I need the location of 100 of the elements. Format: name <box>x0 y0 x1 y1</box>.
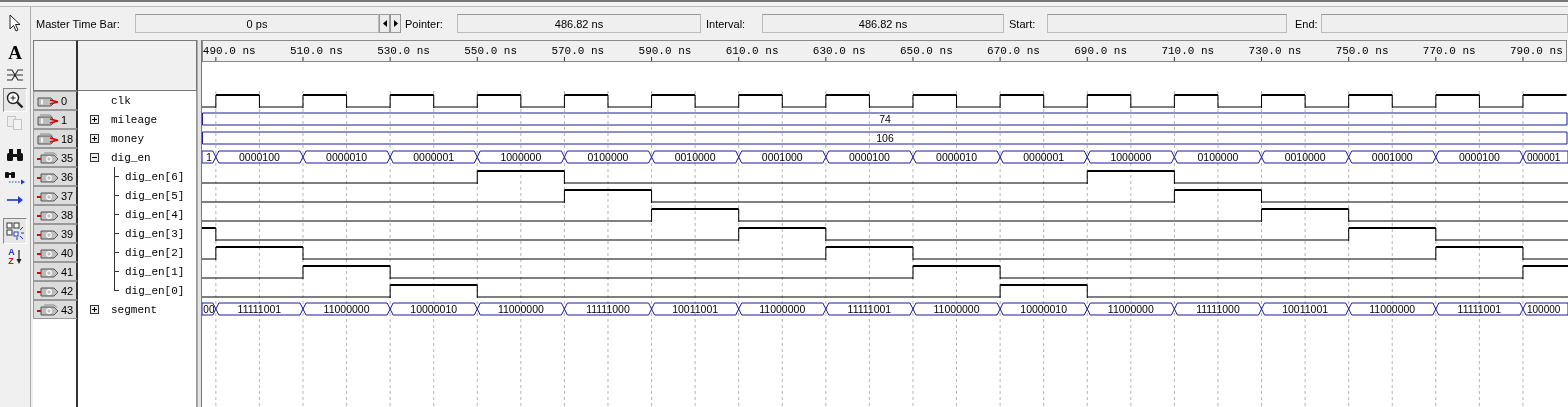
sort-tool[interactable]: A Z <box>3 244 27 270</box>
bus-segment: 0000100 <box>1435 150 1524 164</box>
bus-segment: 11111001 <box>825 302 914 316</box>
waveform-node-icon <box>6 67 24 83</box>
field-label: Master Time Bar: <box>36 17 121 30</box>
node-index: 36 <box>61 170 74 183</box>
node-index: 38 <box>61 208 74 221</box>
node-index: 18 <box>61 132 74 145</box>
signal-name[interactable]: dig_en[0] <box>125 284 185 297</box>
time-label: 770.0 ns <box>1422 45 1476 57</box>
bus-segment: 0010000 <box>1261 150 1350 164</box>
node-index: 41 <box>61 265 74 278</box>
bus-segment: 1000000 <box>476 150 565 164</box>
bus-segment: 000001 <box>1522 150 1568 164</box>
bus-segment: 0000010 <box>912 150 1001 164</box>
bus-segment: 0010000 <box>651 150 740 164</box>
field-label: Pointer: <box>405 17 444 30</box>
bus-segment: 10000010 <box>389 302 478 316</box>
signal-name[interactable]: dig_en[1] <box>125 265 185 278</box>
time-label: 630.0 ns <box>812 45 866 57</box>
signal-name[interactable]: dig_en[6] <box>125 170 185 183</box>
time-label: 510.0 ns <box>290 45 343 57</box>
text-tool[interactable]: A <box>3 42 27 64</box>
bus-segment: 1 <box>202 150 217 164</box>
bus-segment: 10011001 <box>1261 302 1350 316</box>
bus-segment: 11111000 <box>1173 302 1263 316</box>
bus-segment: 10000010 <box>999 302 1088 316</box>
bus-segment: 11000000 <box>1086 302 1175 316</box>
bus-segment: 0001000 <box>1348 150 1437 164</box>
expand-icon[interactable] <box>90 134 99 143</box>
signal-name[interactable]: dig_en[3] <box>125 227 185 240</box>
bus-segment: 100000 <box>1522 302 1568 316</box>
signal-name[interactable]: mileage <box>111 113 158 126</box>
start-field[interactable] <box>1047 14 1287 33</box>
bus-segment: 11000000 <box>476 302 565 316</box>
zoom-tool[interactable] <box>3 88 27 112</box>
bus-segment: 11000000 <box>912 302 1001 316</box>
bus-segment: 11000000 <box>738 302 827 316</box>
time-label: 590.0 ns <box>638 45 692 57</box>
time-label: 710.0 ns <box>1161 45 1215 57</box>
time-label: 690.0 ns <box>1074 45 1128 57</box>
master-time-bar-field[interactable]: 0 ps <box>135 14 379 33</box>
right-arrow-icon <box>6 195 24 205</box>
field-label: Start: <box>1009 17 1037 30</box>
bus-segment: 0001000 <box>738 150 827 164</box>
time-label: 730.0 ns <box>1248 45 1302 57</box>
previous-button[interactable] <box>379 14 390 33</box>
signal-name[interactable]: dig_en[4] <box>125 208 185 221</box>
bus-segment: 0000010 <box>302 150 391 164</box>
right-arrow-icon <box>393 20 398 27</box>
signal-name[interactable]: money <box>111 132 144 145</box>
bus-segment: 106 <box>202 131 1568 145</box>
time-label: 610.0 ns <box>725 45 779 57</box>
node-index: 43 <box>61 303 74 316</box>
bus-segment: 0000001 <box>999 150 1088 164</box>
time-label: 650.0 ns <box>900 45 953 57</box>
interval-field[interactable]: 486.82 ns <box>762 14 1004 33</box>
signal-name[interactable]: segment <box>111 303 158 316</box>
expand-icon[interactable] <box>90 305 99 314</box>
bus-segment: 11111001 <box>1435 302 1524 316</box>
next-button[interactable] <box>390 14 401 33</box>
bus-segment: 0000001 <box>389 150 478 164</box>
bus-segment: 11000000 <box>302 302 391 316</box>
node-index: 37 <box>61 189 74 202</box>
time-label: 750.0 ns <box>1335 45 1389 57</box>
time-label: 670.0 ns <box>987 45 1040 57</box>
binoculars-arrow-icon <box>4 169 26 185</box>
splitter-bar[interactable] <box>197 40 202 407</box>
bus-segment: 74 <box>202 112 1568 126</box>
bus-segment: 11111001 <box>215 302 304 316</box>
bus-segment: 0100000 <box>563 150 653 164</box>
field-label: Interval: <box>706 17 747 30</box>
node-index: 42 <box>61 284 74 297</box>
node-index: 35 <box>61 151 74 164</box>
signal-name[interactable]: dig_en <box>111 151 151 164</box>
bus-segment: 0000100 <box>215 150 304 164</box>
text-tool-glyph: A <box>8 43 22 63</box>
node-index: 39 <box>61 227 74 240</box>
node-index: 40 <box>61 246 74 259</box>
bus-segment: 1000000 <box>1086 150 1175 164</box>
copy-icon <box>6 115 24 131</box>
bus-segment: 0000100 <box>825 150 914 164</box>
time-label: 490.0 ns <box>202 45 256 57</box>
node-index: 1 <box>61 113 68 126</box>
zoom-icon <box>6 91 24 109</box>
time-label: 550.0 ns <box>464 45 518 57</box>
collapse-icon[interactable] <box>90 153 99 162</box>
bus-segment: 11111000 <box>563 302 653 316</box>
bus-segment: 10011001 <box>651 302 740 316</box>
end-field[interactable] <box>1321 14 1568 33</box>
signal-name[interactable]: dig_en[2] <box>125 246 185 259</box>
expand-icon[interactable] <box>90 115 99 124</box>
signal-name[interactable]: clk <box>111 94 131 107</box>
field-label: End: <box>1295 17 1319 30</box>
time-label: 570.0 ns <box>551 45 605 57</box>
snap-tool[interactable] <box>3 218 27 244</box>
pointer-field[interactable]: 486.82 ns <box>457 14 701 33</box>
time-label: 530.0 ns <box>377 45 430 57</box>
signal-name[interactable]: dig_en[5] <box>125 189 185 202</box>
bus-segment: 00 <box>202 302 217 316</box>
